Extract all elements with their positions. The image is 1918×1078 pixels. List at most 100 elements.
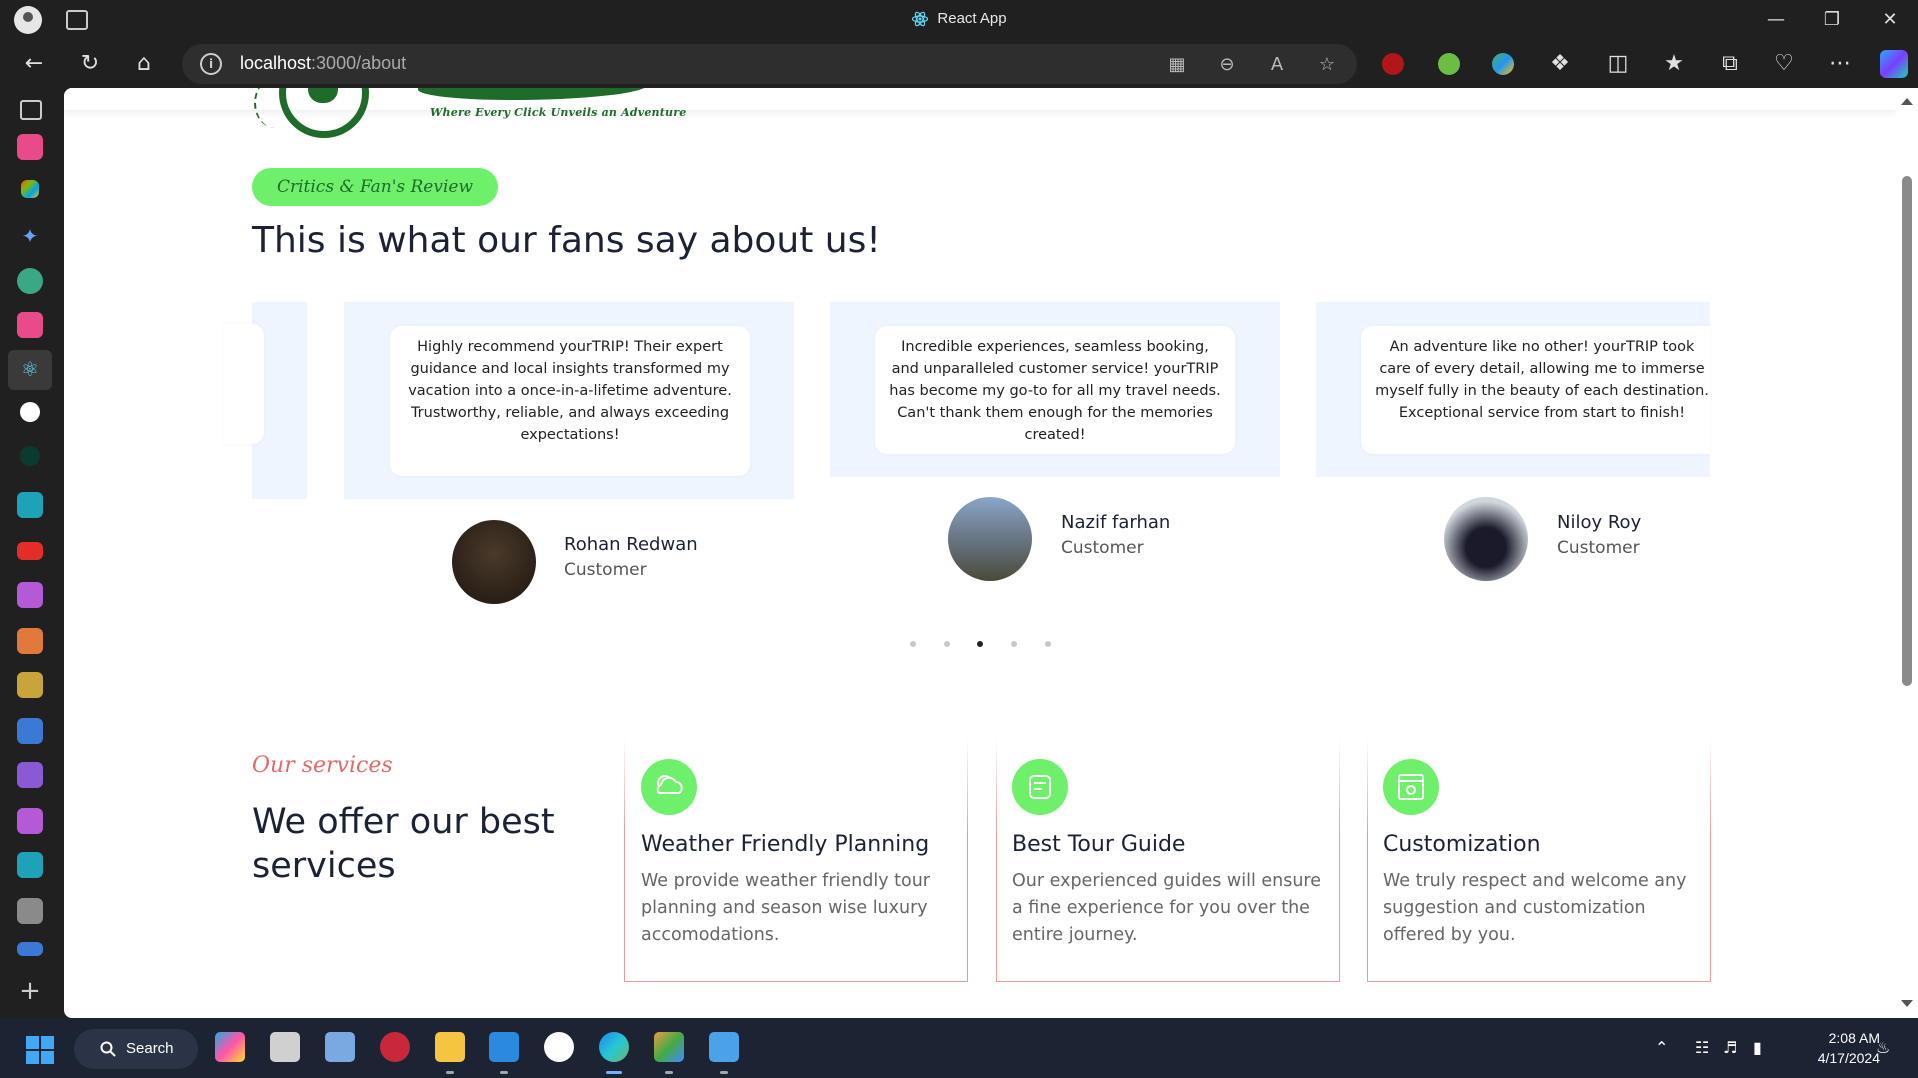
running-indicator [446,1071,454,1074]
services-kicker: Our services [252,753,393,778]
page-scrollbar[interactable] [1896,88,1918,1018]
read-aloud-icon[interactable]: A [1264,52,1290,78]
refresh-icon[interactable]: ↻ [74,48,106,80]
taskbar-clock[interactable]: 2:08 AM 4/17/2024 [1790,1028,1880,1068]
search-icon [100,1041,116,1057]
scroll-up-icon[interactable] [1901,98,1913,105]
page-viewport: Where Every Click Unveils an Adventure C… [64,88,1896,1018]
video-app-icon-2[interactable] [17,582,43,608]
running-indicator [665,1071,673,1074]
ublock-extension-icon[interactable] [1382,53,1404,75]
react-tab-icon[interactable]: ⚛ [17,357,43,383]
copilot-icon[interactable] [1880,50,1908,78]
video-app-icon-7[interactable] [17,808,43,834]
react-icon [912,11,929,27]
service-desc: We truly respect and welcome any suggest… [1383,871,1687,945]
browser-toolbar: ← ↻ ⌂ i localhost:3000/about ▦ ⊖ A ☆ ❖ ◫… [0,40,1918,88]
carousel-dot[interactable] [1045,641,1051,647]
sidebar-app-icon-1[interactable] [17,134,43,160]
volume-icon[interactable]: ♬ [1723,1038,1737,1057]
sidebar-app-icon-2[interactable] [17,312,43,338]
wifi-icon[interactable]: ☷ [1695,1038,1709,1057]
file-explorer-icon[interactable] [435,1032,465,1062]
service-title: Best Tour Guide [1012,832,1186,857]
restore-icon[interactable]: ❐ [1812,6,1852,34]
app-a-icon[interactable] [544,1032,574,1062]
chatgpt-icon[interactable] [17,268,43,294]
zoom-out-icon[interactable]: ⊖ [1214,52,1240,78]
mongodb-icon[interactable] [20,446,40,466]
window-titlebar: React App — ❐ ✕ [0,0,1918,40]
microsoft-icon[interactable] [21,180,39,198]
site-info-icon[interactable]: i [200,53,222,75]
browser-essentials-icon[interactable]: ♡ [1768,48,1800,80]
review-quote: Highly recommend yourTRIP! Their expert … [408,339,732,443]
battery-icon[interactable]: ▮ [1753,1038,1762,1057]
collections-icon[interactable]: ⧉ [1714,48,1746,80]
carousel-dot[interactable] [944,641,950,647]
minimize-icon[interactable]: — [1756,6,1796,34]
favorites-icon[interactable]: ★ [1658,48,1690,80]
video-app-icon-1[interactable] [17,492,43,518]
close-icon[interactable]: ✕ [1870,6,1910,34]
carousel-dot[interactable] [1011,641,1017,647]
task-view-icon[interactable] [270,1032,300,1062]
video-app-icon-4[interactable] [17,672,43,698]
address-url[interactable]: localhost:3000/about [240,53,406,74]
reviewer-role: Customer [564,560,647,580]
video-app-icon-10[interactable] [17,942,43,956]
avatar [948,497,1032,581]
windows-taskbar: Search ⌃ ☷ ♬ ▮ 2:08 AM 4/17/2024 ♨ [0,1018,1918,1078]
more-menu-icon[interactable]: ⋯ [1824,48,1856,80]
reviews-heading: This is what our fans say about us! [252,220,881,261]
taskbar-search[interactable]: Search [74,1029,198,1069]
customization-icon [1383,759,1439,815]
browser-sidebar: ✦ ⚛ + [0,88,62,1018]
video-app-icon-6[interactable] [17,762,43,788]
running-indicator [500,1071,508,1074]
youtube-icon[interactable] [17,542,43,560]
reviews-pill: Critics & Fan's Review [252,168,498,206]
video-app-icon-5[interactable] [17,718,43,744]
app-available-icon[interactable]: ▦ [1164,52,1190,78]
sparkle-icon[interactable]: ✦ [17,224,43,250]
vscode-icon[interactable] [489,1032,519,1062]
url-path: :3000/about [311,53,407,73]
service-desc: Our experienced guides will ensure a fin… [1012,871,1322,945]
url-host: localhost [240,53,312,73]
scrollbar-thumb[interactable] [1902,176,1912,686]
split-screen-icon[interactable]: ◫ [1602,48,1634,80]
review-quote: Incredible experiences, seamless booking… [889,339,1221,443]
photos-icon[interactable] [325,1032,355,1062]
carousel-dot[interactable] [910,641,916,647]
copilot-taskbar-icon[interactable] [215,1032,245,1062]
tool-app-icon[interactable] [654,1032,684,1062]
add-sidebar-app-icon[interactable]: + [17,978,43,1004]
video-app-icon-9[interactable] [17,898,43,924]
video-app-icon-3[interactable] [17,628,43,654]
notepad-icon[interactable] [709,1032,739,1062]
favorite-star-icon[interactable]: ☆ [1314,52,1340,78]
green-extension-icon[interactable] [1438,53,1460,75]
avatar [452,520,536,604]
show-hidden-icons-icon[interactable]: ⌃ [1655,1038,1668,1057]
tab-list-icon[interactable] [20,100,42,120]
services-heading: We offer our best services [252,802,555,886]
edge-icon[interactable] [599,1032,629,1062]
carousel-dot-active[interactable] [977,641,983,647]
logo-globe-icon[interactable] [279,88,369,138]
back-icon[interactable]: ← [18,48,50,80]
t-app-icon[interactable] [380,1032,410,1062]
review-quote: An adventure like no other! yourTRIP too… [1375,339,1709,421]
home-icon[interactable]: ⌂ [128,48,160,80]
active-indicator [606,1071,622,1074]
address-bar[interactable]: i localhost:3000/about ▦ ⊖ A ☆ [182,44,1357,84]
video-app-icon-8[interactable] [17,852,43,878]
reviewer-role: Customer [1061,538,1144,558]
windows-start-icon[interactable] [26,1036,54,1064]
notification-bell-icon[interactable]: ♨ [1876,1038,1890,1057]
color-extension-icon[interactable] [1492,53,1514,75]
github-icon[interactable] [20,402,40,422]
extensions-puzzle-icon[interactable]: ❖ [1544,48,1576,80]
scroll-down-icon[interactable] [1901,1000,1913,1007]
